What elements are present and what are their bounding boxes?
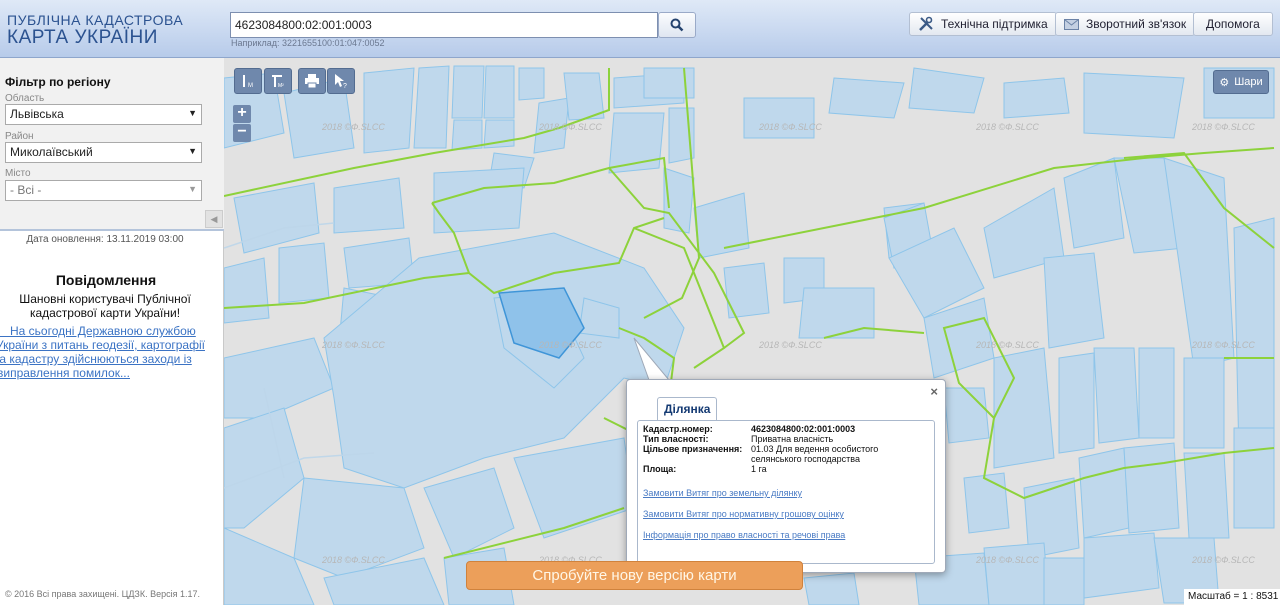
copyright: © 2016 Всі права захищені. ЦДЗК. Версія … [5, 589, 201, 599]
sidebar: Фільтр по регіону Область Львівська ▼ Ра… [0, 58, 224, 605]
logo-line2: КАРТА УКРАЇНИ [7, 27, 158, 48]
parcel-details: Кадастр.номер: 4623084800:02:001:0003 Ти… [637, 420, 935, 564]
message-link-line2: України з питань геодезії, картографії [0, 338, 205, 352]
search-icon [670, 18, 684, 32]
district-select[interactable]: Миколаївський ▼ [5, 142, 202, 163]
message-line1: Шановні користувачі Публічної [19, 292, 191, 306]
print-icon [305, 74, 319, 88]
identify-button[interactable]: ? [327, 68, 355, 94]
dropdown-arrow-icon: ▼ [188, 146, 197, 156]
print-button[interactable] [298, 68, 326, 94]
district-value: Миколаївський [10, 145, 93, 159]
map-watermark: 2018 ©Ф.SLCC [1191, 122, 1255, 132]
cursor-question-icon: ? [335, 74, 347, 89]
ownership-info-link[interactable]: Інформація про право власності та речові… [643, 530, 929, 540]
city-label: Місто [5, 168, 31, 179]
map-watermark: 2018 ©Ф.SLCC [538, 340, 602, 350]
logo-line1: ПУБЛІЧНА КАДАСТРОВА [7, 12, 184, 28]
map-watermark: 2018 ©Ф.SLCC [1191, 555, 1255, 565]
chevron-left-icon: ◀ [210, 213, 218, 224]
map-watermark: 2018 ©Ф.SLCC [975, 122, 1039, 132]
svg-text:M²: M² [278, 83, 284, 89]
filter-title: Фільтр по регіону [5, 75, 111, 89]
feedback-button[interactable]: Зворотний зв'язок [1055, 12, 1196, 36]
dropdown-arrow-icon: ▼ [188, 184, 197, 194]
map-watermark: 2018 ©Ф.SLCC [1191, 340, 1255, 350]
map-watermark: 2018 ©Ф.SLCC [975, 555, 1039, 565]
map-watermark: 2018 ©Ф.SLCC [758, 340, 822, 350]
message-link[interactable]: На сьогодні Державною службою України з … [0, 324, 217, 380]
message-link-line3: та кадастру здійснюються заходи із [0, 352, 192, 366]
region-value: Львівська [10, 107, 64, 121]
tab-parcel[interactable]: Ділянка [657, 397, 718, 421]
purpose-label: Цільове призначення: [643, 444, 743, 454]
order-extract-link[interactable]: Замовити Витяг про земельну ділянку [643, 488, 929, 498]
map-watermark: 2018 ©Ф.SLCC [975, 340, 1039, 350]
help-label: Допомога [1206, 17, 1260, 31]
area-label: Площа: [643, 464, 677, 474]
close-icon[interactable]: × [930, 384, 938, 399]
measure-distance-button[interactable]: M [234, 68, 262, 94]
zoom-in-button[interactable]: + [233, 105, 251, 123]
message-title: Повідомлення [55, 272, 157, 288]
message-link-line4: виправлення помилок... [0, 366, 130, 380]
feedback-label: Зворотний зв'язок [1086, 17, 1187, 31]
message-line2: кадастрової карти України! [29, 306, 181, 320]
message-link-line1: На сьогодні Державною службою [0, 324, 196, 338]
city-select[interactable]: - Всі - ▼ [5, 180, 202, 201]
help-button[interactable]: Допомога [1193, 12, 1273, 36]
map-scale: Масштаб = 1 : 8531 [1184, 589, 1280, 605]
city-value: - Всі - [10, 183, 42, 197]
layers-label: Шари [1234, 76, 1263, 88]
search-button[interactable] [658, 12, 696, 38]
parcel-info-popup: × Ділянка Кадастр.номер: 4623084800:02:0… [626, 379, 946, 573]
support-button[interactable]: Технічна підтримка [909, 12, 1057, 36]
ownership-label: Тип власності: [643, 434, 709, 444]
map-watermark: 2018 ©Ф.SLCC [758, 122, 822, 132]
header: ПУБЛІЧНА КАДАСТРОВА КАРТА УКРАЇНИ Наприк… [0, 0, 1280, 58]
search-bar: Наприклад: 3221655100:01:047:0052 [230, 12, 696, 48]
cadastral-label: Кадастр.номер: [643, 424, 713, 434]
purpose-row: Цільове призначення: 01.03 Для ведення о… [643, 444, 929, 464]
site-logo[interactable]: ПУБЛІЧНА КАДАСТРОВА КАРТА УКРАЇНИ [7, 13, 183, 47]
zoom-out-button[interactable]: − [233, 124, 251, 142]
svg-text:?: ? [343, 83, 347, 89]
update-date: Дата оновлення: 13.11.2019 03:00 [26, 234, 184, 245]
region-label: Область [5, 93, 45, 104]
map-watermark: 2018 ©Ф.SLCC [321, 122, 385, 132]
envelope-icon [1064, 18, 1079, 30]
ownership-value: Приватна власність [751, 434, 834, 444]
map-watermark: 2018 ©Ф.SLCC [538, 122, 602, 132]
ruler-icon: M [243, 75, 253, 89]
region-filter: Фільтр по регіону Область Львівська ▼ Ра… [0, 58, 224, 231]
region-select[interactable]: Львівська ▼ [5, 104, 202, 125]
gear-icon: ⚙ [1219, 76, 1230, 89]
area-row: Площа: 1 га [643, 464, 929, 474]
message-body: Шановні користувачі Публічної кадастрово… [0, 292, 210, 320]
support-label: Технічна підтримка [941, 17, 1048, 31]
area-value: 1 га [751, 464, 767, 474]
collapse-sidebar-button[interactable]: ◀ [205, 210, 223, 228]
ownership-row: Тип власності: Приватна власність [643, 434, 929, 444]
purpose-value: 01.03 Для ведення особистого селянського… [751, 444, 879, 464]
svg-text:M: M [248, 83, 253, 89]
map-watermark: 2018 ©Ф.SLCC [321, 555, 385, 565]
cadastral-value: 4623084800:02:001:0003 [751, 424, 856, 434]
search-input[interactable] [230, 12, 658, 38]
measure-area-button[interactable]: M² [264, 68, 292, 94]
search-hint: Наприклад: 3221655100:01:047:0052 [231, 38, 385, 48]
map-watermark: 2018 ©Ф.SLCC [321, 340, 385, 350]
cadastral-row: Кадастр.номер: 4623084800:02:001:0003 [643, 424, 929, 434]
map-view[interactable]: 2018 ©Ф.SLCC 2018 ©Ф.SLCC 2018 ©Ф.SLCC 2… [224, 58, 1280, 605]
tools-icon [919, 16, 933, 31]
layers-button[interactable]: ⚙ Шари [1213, 70, 1269, 94]
new-version-button[interactable]: Спробуйте нову версію карти [466, 561, 803, 590]
order-valuation-link[interactable]: Замовити Витяг про нормативну грошову оц… [643, 509, 929, 519]
area-ruler-icon: M² [272, 75, 284, 89]
dropdown-arrow-icon: ▼ [188, 108, 197, 118]
district-label: Район [5, 131, 34, 142]
